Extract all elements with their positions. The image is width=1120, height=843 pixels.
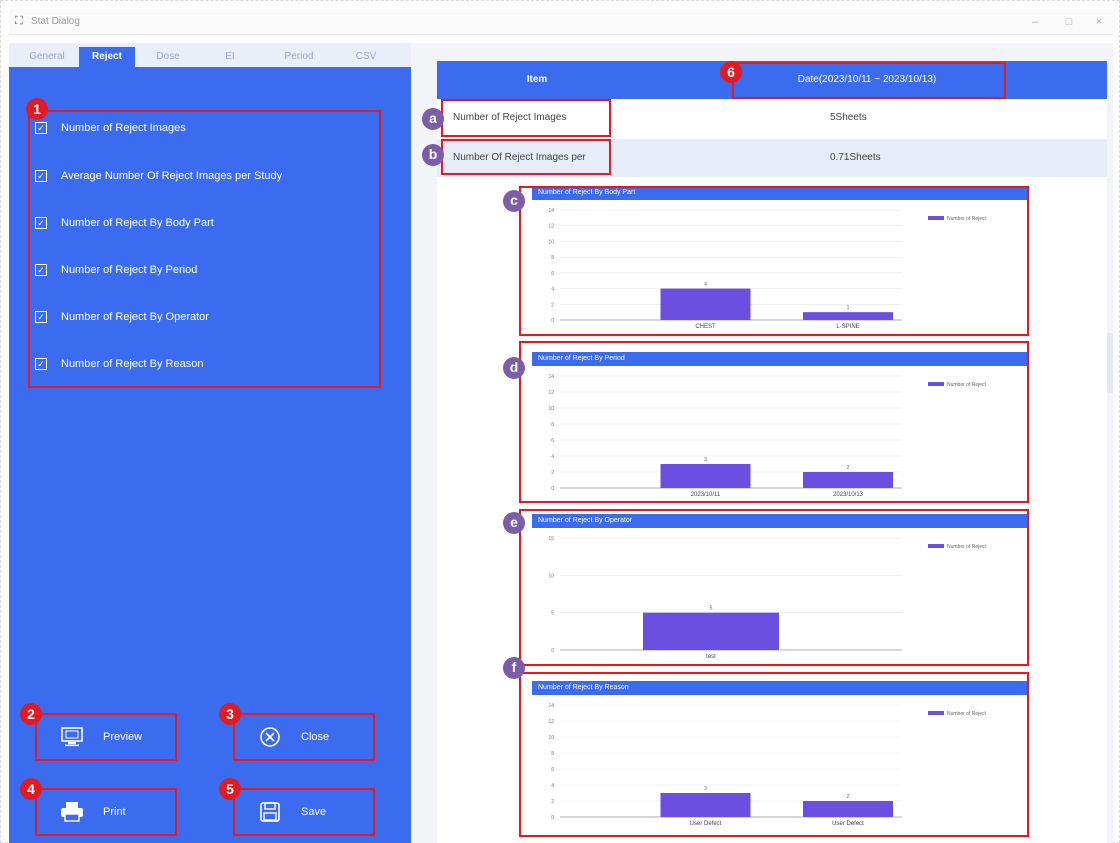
chart-d-highlight bbox=[519, 341, 1029, 503]
app-window: ⛶ Stat Dialog – □ × General Reject Dose … bbox=[0, 0, 1120, 843]
option-label: Number of Reject By Reason bbox=[61, 358, 204, 370]
step-badge-6: 6 bbox=[720, 61, 742, 83]
option-average-reject[interactable]: ✓ Average Number Of Reject Images per St… bbox=[35, 167, 282, 185]
step-badge-b: b bbox=[422, 144, 444, 166]
step-badge-d: d bbox=[503, 357, 525, 379]
close-circle-icon bbox=[257, 726, 283, 748]
row-a-highlight bbox=[441, 99, 611, 137]
tab-period[interactable]: Period bbox=[271, 47, 327, 67]
title-bar: ⛶ Stat Dialog – □ × bbox=[9, 9, 1113, 35]
option-label: Number of Reject By Body Part bbox=[61, 217, 214, 229]
option-reject-reason[interactable]: ✓ Number of Reject By Reason bbox=[35, 355, 203, 373]
step-badge-2: 2 bbox=[20, 703, 42, 725]
option-reject-images[interactable]: ✓ Number of Reject Images bbox=[35, 119, 186, 137]
option-label: Number of Reject By Period bbox=[61, 264, 198, 276]
close-window-button[interactable]: × bbox=[1089, 13, 1109, 31]
app-icon: ⛶ bbox=[15, 15, 23, 27]
step-badge-c: c bbox=[503, 190, 525, 212]
print-button[interactable]: Print bbox=[35, 788, 177, 836]
print-label: Print bbox=[103, 806, 126, 818]
step-badge-4: 4 bbox=[20, 778, 42, 800]
checkbox-checked-icon[interactable]: ✓ bbox=[35, 358, 47, 370]
step-badge-1: 1 bbox=[26, 98, 48, 120]
preview-button[interactable]: Preview bbox=[35, 713, 177, 761]
checkbox-checked-icon[interactable]: ✓ bbox=[35, 311, 47, 323]
tab-csv[interactable]: CSV bbox=[341, 47, 391, 67]
option-reject-body-part[interactable]: ✓ Number of Reject By Body Part bbox=[35, 214, 214, 232]
checkbox-checked-icon[interactable]: ✓ bbox=[35, 217, 47, 229]
date-highlight bbox=[732, 62, 1006, 99]
header-item: Item bbox=[526, 74, 548, 85]
options-highlight bbox=[28, 110, 381, 388]
step-badge-f: f bbox=[503, 657, 525, 679]
minimize-button[interactable]: – bbox=[1025, 13, 1045, 31]
tab-general[interactable]: General bbox=[21, 47, 73, 67]
save-label: Save bbox=[301, 806, 327, 818]
tab-bar: General Reject Dose EI Period CSV bbox=[9, 43, 411, 67]
step-badge-3: 3 bbox=[219, 703, 241, 725]
row-value: 0.71Sheets bbox=[830, 152, 881, 163]
option-label: Average Number Of Reject Images per Stud… bbox=[61, 170, 283, 182]
checkbox-checked-icon[interactable]: ✓ bbox=[35, 264, 47, 276]
option-reject-operator[interactable]: ✓ Number of Reject By Operator bbox=[35, 308, 209, 326]
close-label: Close bbox=[301, 731, 330, 743]
options-panel: General Reject Dose EI Period CSV ✓ Numb… bbox=[9, 43, 411, 843]
close-button[interactable]: Close bbox=[233, 713, 375, 761]
tab-dose[interactable]: Dose bbox=[143, 47, 193, 67]
option-label: Number of Reject Images bbox=[61, 122, 186, 134]
option-reject-period[interactable]: ✓ Number of Reject By Period bbox=[35, 261, 197, 279]
printer-icon bbox=[59, 801, 85, 823]
option-label: Number of Reject By Operator bbox=[61, 311, 209, 323]
save-button[interactable]: Save bbox=[233, 788, 375, 836]
monitor-icon bbox=[59, 726, 85, 748]
tab-ei[interactable]: EI bbox=[205, 47, 255, 67]
chart-e-highlight bbox=[519, 509, 1029, 666]
maximize-button[interactable]: □ bbox=[1059, 13, 1079, 31]
tab-reject[interactable]: Reject bbox=[79, 47, 135, 67]
window-title: Stat Dialog bbox=[31, 16, 80, 27]
floppy-disk-icon bbox=[257, 801, 283, 823]
step-badge-5: 5 bbox=[219, 778, 241, 800]
step-badge-a: a bbox=[422, 108, 444, 130]
row-b-highlight bbox=[441, 139, 611, 175]
step-badge-e: e bbox=[503, 512, 525, 534]
chart-f-highlight bbox=[519, 672, 1029, 837]
checkbox-checked-icon[interactable]: ✓ bbox=[35, 170, 47, 182]
checkbox-checked-icon[interactable]: ✓ bbox=[35, 122, 47, 134]
row-value: 5Sheets bbox=[830, 112, 867, 123]
scrollbar[interactable] bbox=[1107, 333, 1113, 393]
chart-c-highlight bbox=[519, 186, 1029, 336]
preview-label: Preview bbox=[103, 731, 143, 743]
